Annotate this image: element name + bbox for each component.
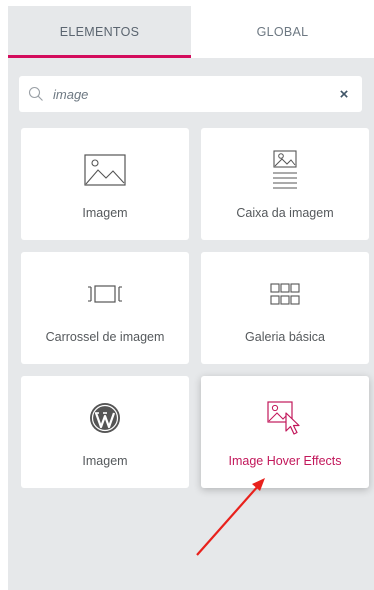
image-icon xyxy=(21,150,189,190)
wordpress-icon xyxy=(21,398,189,438)
widget-card-imagem-wordpress[interactable]: Imagem xyxy=(21,376,189,488)
tab-global[interactable]: GLOBAL xyxy=(191,6,374,58)
widget-card-imagem[interactable]: Imagem xyxy=(21,128,189,240)
widget-card-image-hover-effects[interactable]: Image Hover Effects xyxy=(201,376,369,488)
widget-label: Caixa da imagem xyxy=(236,206,334,220)
widget-card-galeria-basica[interactable]: Galeria básica xyxy=(201,252,369,364)
gallery-grid-icon xyxy=(201,274,369,314)
widget-search: × xyxy=(19,76,362,112)
panel-tabs: ELEMENTOS GLOBAL xyxy=(8,6,374,58)
search-input[interactable] xyxy=(53,84,326,104)
widget-card-carrossel-de-imagem[interactable]: Carrossel de imagem xyxy=(21,252,189,364)
widget-label: Carrossel de imagem xyxy=(45,330,165,344)
widget-label: Imagem xyxy=(82,454,128,468)
image-carousel-icon xyxy=(21,274,189,314)
search-icon xyxy=(19,76,53,112)
widget-label: Image Hover Effects xyxy=(228,454,342,468)
image-hover-cursor-icon xyxy=(201,398,369,438)
widget-card-caixa-da-imagem[interactable]: Caixa da imagem xyxy=(201,128,369,240)
image-box-icon xyxy=(201,150,369,190)
clear-search-icon[interactable]: × xyxy=(326,76,362,112)
widget-label: Galeria básica xyxy=(245,330,325,344)
widget-label: Imagem xyxy=(82,206,128,220)
tab-elementos[interactable]: ELEMENTOS xyxy=(8,6,191,58)
